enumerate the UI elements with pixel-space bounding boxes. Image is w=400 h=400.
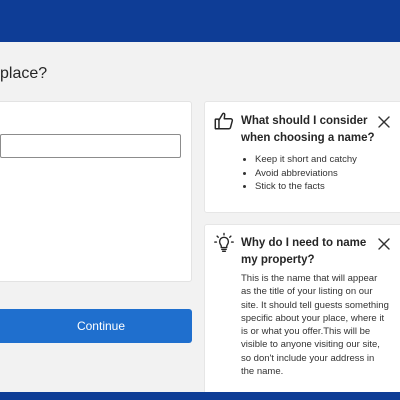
property-name-form-card xyxy=(0,101,192,282)
list-item: Keep it short and catchy xyxy=(255,153,357,167)
thumbs-up-icon xyxy=(213,110,235,132)
tip-title: Why do I need to name my property? xyxy=(241,237,367,266)
page-title: place? xyxy=(0,65,48,82)
close-icon[interactable] xyxy=(377,237,391,251)
close-icon[interactable] xyxy=(377,115,391,129)
naming-reason-card: Why do I need to name my property? This … xyxy=(204,224,400,394)
list-item: Stick to the facts xyxy=(255,180,357,194)
tip-list: Keep it short and catchy Avoid abbreviat… xyxy=(241,153,357,194)
property-name-input[interactable] xyxy=(0,134,181,158)
list-item: Avoid abbreviations xyxy=(255,167,357,181)
continue-button[interactable]: Continue xyxy=(0,309,192,343)
bottom-bar xyxy=(0,392,400,400)
naming-tips-card: What should I consider when choosing a n… xyxy=(204,101,400,213)
tip-body-text: This is the name that will appear as the… xyxy=(241,273,389,378)
lightbulb-icon xyxy=(213,232,235,254)
top-header-bar xyxy=(0,0,400,42)
tip-title: What should I consider when choosing a n… xyxy=(241,115,375,144)
